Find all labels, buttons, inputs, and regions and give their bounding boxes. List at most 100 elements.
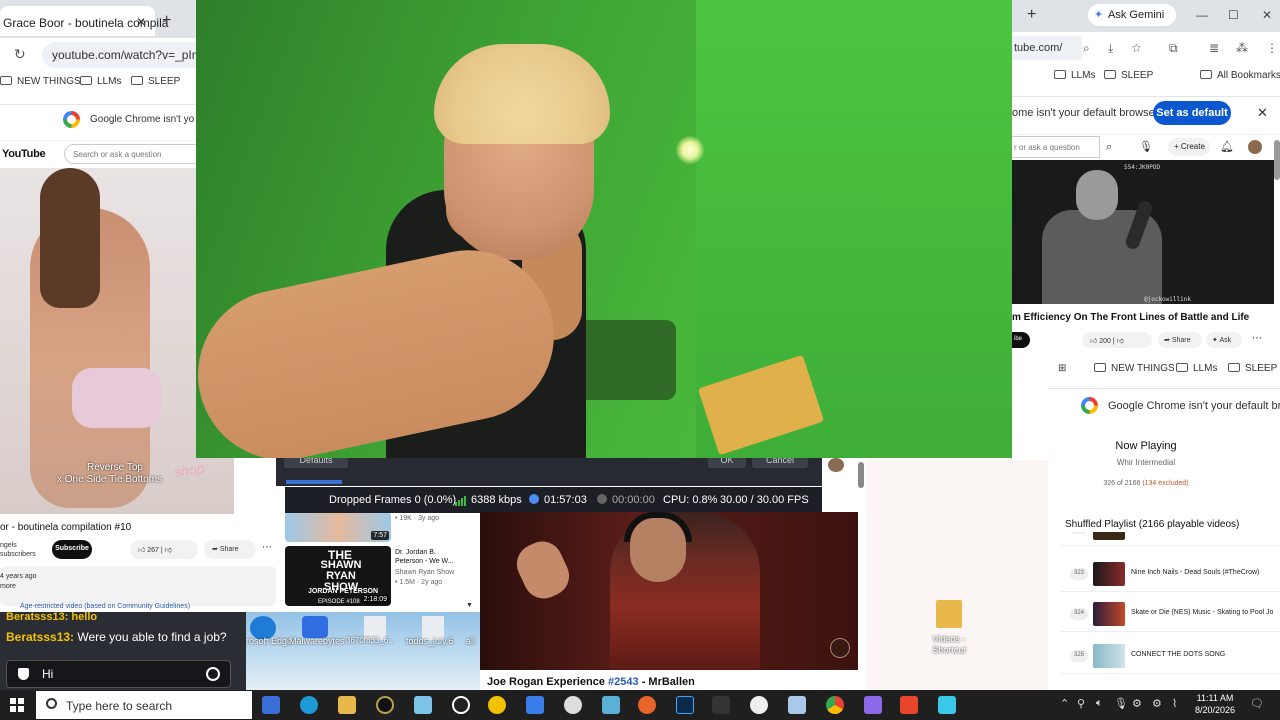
avatar[interactable] (828, 458, 844, 472)
item-title: Skate or Die (NES) Music - Skating to Po… (1131, 609, 1274, 616)
menu-icon[interactable]: ⋮ (1266, 41, 1278, 55)
podcast-title[interactable]: Joe Rogan Experience #2543 - MrBallen (487, 676, 695, 688)
left-address-bar[interactable]: youtube.com/watch?v=_pIn (42, 42, 200, 68)
recommendation-title[interactable]: Dr. Jordan B. Peterson - We W... (395, 548, 454, 566)
avatar[interactable] (1248, 140, 1262, 154)
share-button[interactable]: ➦ Share (1158, 332, 1202, 348)
tab-close-icon[interactable]: ✕ (136, 15, 146, 29)
bell-icon[interactable]: 🔔︎ (1220, 140, 1234, 153)
wifi-icon[interactable]: ⌇ (1172, 697, 1177, 710)
malwarebytes-icon[interactable] (302, 616, 328, 638)
docs-icon[interactable] (526, 696, 544, 714)
search-icon[interactable]: ⌕ (1106, 141, 1112, 154)
apps-icon[interactable]: ⊞ (1058, 363, 1066, 374)
set-as-default-button[interactable]: Set as default (1153, 101, 1231, 125)
youtube-logo[interactable]: YouTube (2, 148, 46, 160)
taskbar-clock[interactable]: 11:11 AM 8/20/2026 (1190, 692, 1240, 716)
shield-icon (18, 668, 29, 680)
recommendation-thumbnail[interactable]: 7:57 (285, 512, 391, 542)
photoshop-icon[interactable] (676, 696, 694, 714)
task-view-icon[interactable] (262, 696, 280, 714)
bookmark-llms[interactable]: LLMs (1176, 363, 1217, 374)
app-icon[interactable] (938, 696, 956, 714)
bookmark-llms[interactable]: LLMs (1054, 70, 1095, 81)
ask-gemini-button[interactable]: Ask Gemini (1088, 4, 1176, 26)
app-icon[interactable] (864, 696, 882, 714)
like-button[interactable]: 👍︎ 267 | 👎︎ (130, 540, 198, 559)
subscribe-button[interactable]: ibe (1012, 332, 1030, 348)
taskbar-search-input[interactable]: Type here to search (36, 691, 252, 719)
brave-icon[interactable] (900, 696, 918, 714)
volume-icon[interactable]: 🔈︎ (1096, 697, 1103, 710)
lightbulb-icon[interactable] (488, 696, 506, 714)
left-youtube-search-input[interactable]: Search or ask a question (64, 144, 200, 164)
reload-icon[interactable]: ↻ (14, 46, 26, 63)
grid-icon[interactable]: ⁂ (1236, 41, 1248, 55)
bookmark-llms[interactable]: LLMs (80, 76, 121, 87)
notifications-icon[interactable]: 🗨︎ (1250, 697, 1264, 710)
windows-start-icon[interactable] (10, 698, 24, 712)
mic-icon[interactable]: 🎙︎ (1114, 697, 1128, 710)
firefox-icon[interactable] (638, 696, 656, 714)
right-video-player[interactable] (1012, 160, 1274, 304)
install-icon[interactable]: ⤓ (1108, 41, 1113, 56)
bookmark-sleep[interactable]: SLEEP (1228, 363, 1277, 374)
tray-app-icon[interactable]: ⚙ (1152, 697, 1162, 710)
mic-icon[interactable]: 🎙︎ (1139, 140, 1153, 153)
more-icon[interactable]: ⋯ (262, 542, 272, 553)
share-button[interactable]: ➦ Share (204, 540, 256, 559)
list-item[interactable]: 323 Nine Inch Nails - Dead Souls (#TheCr… (1060, 558, 1280, 592)
list-item[interactable]: 324 Skate or Die (NES) Music - Skating t… (1060, 598, 1280, 632)
close-window-icon[interactable]: ✕ (1262, 8, 1272, 22)
extensions-icon[interactable]: ⧉ (1169, 41, 1178, 56)
edge-taskbar-icon[interactable] (300, 696, 318, 714)
chrome-taskbar-icon[interactable] (826, 696, 844, 714)
bookmark-sleep[interactable]: SLEEP (131, 76, 180, 87)
app-icon[interactable] (602, 696, 620, 714)
dropped-frames: Dropped Frames 0 (0.0%) (329, 494, 457, 506)
right-youtube-search-input[interactable]: r or ask a question (1012, 136, 1100, 158)
emoji-icon[interactable] (206, 667, 220, 681)
bitrate: 6388 kbps (471, 494, 522, 506)
star-icon[interactable]: ☆ (1131, 41, 1142, 55)
tray-chevron-icon[interactable]: ⌃ (1060, 697, 1069, 710)
list-item[interactable]: 325 CONNECT THE DOTS SONG (1060, 640, 1280, 674)
queue-icon[interactable]: ≣ (1209, 41, 1219, 55)
tray-app-icon[interactable]: ⚙ (1132, 697, 1142, 710)
create-button[interactable]: + Create (1168, 138, 1210, 156)
app-icon[interactable] (376, 696, 394, 714)
right-address-bar[interactable]: tube.com/ (1012, 36, 1082, 60)
left-active-tab[interactable]: Grace Boor - boutinela compila (0, 6, 168, 36)
minimize-icon[interactable]: — (1196, 8, 1208, 22)
app-icon[interactable] (712, 696, 730, 714)
bookmark-new-things[interactable]: NEW THINGS (1094, 363, 1175, 374)
app-icon[interactable] (414, 696, 432, 714)
like-button[interactable]: 👍︎ 200 | 👎︎ (1082, 332, 1152, 348)
scrollbar-thumb[interactable] (1274, 140, 1280, 180)
bookmark-sleep[interactable]: SLEEP (1104, 70, 1153, 81)
subscribe-button[interactable]: Subscribe (52, 540, 92, 559)
app-icon[interactable] (750, 696, 768, 714)
podcast-video-player[interactable] (480, 512, 858, 670)
playlist-position: 326 of 2166 (134 excluded) (1103, 480, 1189, 487)
file-explorer-icon[interactable] (338, 696, 356, 714)
maximize-icon[interactable]: ☐ (1228, 8, 1239, 22)
more-icon[interactable]: ⋯ (1252, 333, 1262, 344)
all-bookmarks[interactable]: All Bookmarks (1200, 70, 1280, 81)
chat-input[interactable]: Hi (6, 660, 231, 688)
list-item[interactable] (1060, 532, 1280, 546)
zoom-icon[interactable]: ⌕ (1083, 41, 1090, 56)
ask-button[interactable]: ✦ Ask (1206, 332, 1242, 348)
folder-shortcut-icon[interactable] (936, 600, 962, 628)
app-icon[interactable] (564, 696, 582, 714)
close-icon[interactable]: ✕ (1257, 105, 1268, 121)
new-tab-icon[interactable]: + (1027, 6, 1036, 24)
network-icon[interactable]: ⚲ (1077, 697, 1085, 710)
left-description-box[interactable]: 4 years ago more (0, 566, 276, 606)
bookmark-new-things[interactable]: NEW THINGS (0, 76, 81, 87)
scroll-down-icon[interactable]: ▼ (466, 602, 473, 609)
obs-icon[interactable] (452, 696, 470, 714)
new-tab-icon[interactable]: + (162, 12, 171, 30)
app-icon[interactable] (788, 696, 806, 714)
scrollbar-thumb[interactable] (858, 462, 864, 488)
